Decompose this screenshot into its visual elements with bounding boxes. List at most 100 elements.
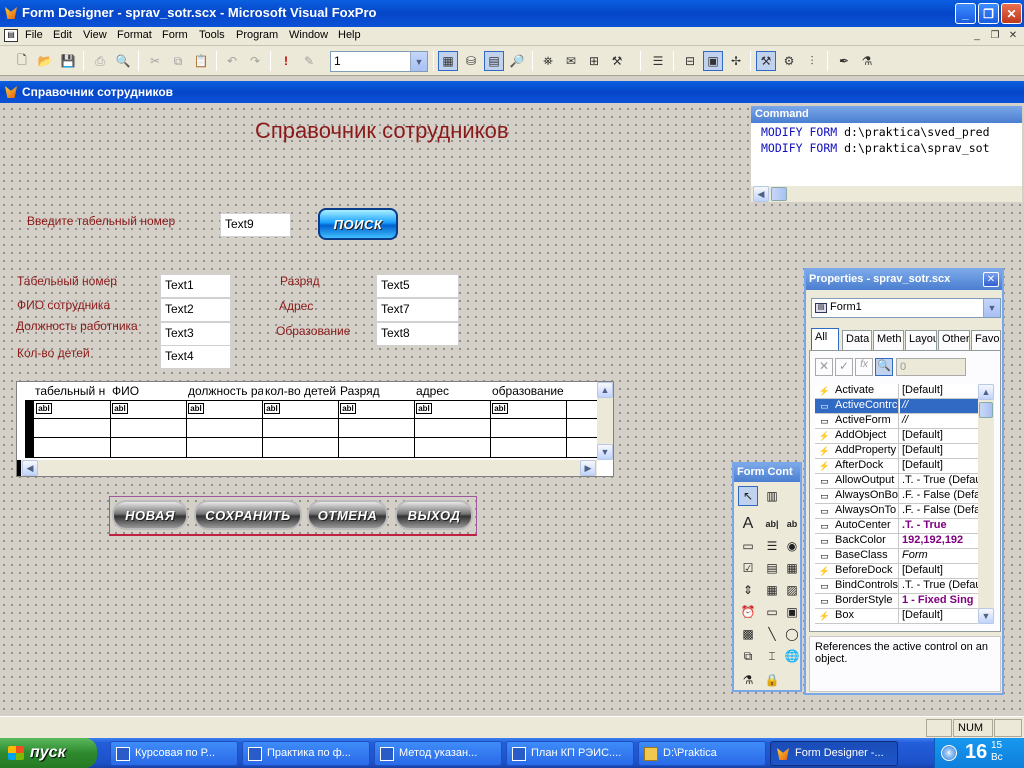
field-label-grade[interactable]: Разряд <box>280 274 320 288</box>
grid-header-position[interactable]: должность ра <box>186 382 263 400</box>
copy-icon[interactable]: ⧉ <box>168 51 188 71</box>
scroll-thumb[interactable] <box>771 187 787 201</box>
property-value[interactable]: .T. - True (Defau <box>900 579 979 593</box>
property-row[interactable]: ▭ AlwaysOnBo .F. - False (Defa <box>815 489 979 504</box>
properties-vscroll[interactable]: ▲ ▼ <box>978 384 994 624</box>
property-row[interactable]: ⚡ AddObject [Default] <box>815 429 979 444</box>
chevron-down-icon[interactable]: ▼ <box>983 299 1000 317</box>
search-button[interactable]: ПОИСК <box>318 208 398 240</box>
builder-lock-icon[interactable]: ⚗ <box>738 670 758 690</box>
property-row[interactable]: ▭ AllowOutput .T. - True (Defau <box>815 474 979 489</box>
container-tool-icon[interactable]: ⧉ <box>738 646 758 666</box>
textbox-text7[interactable]: Text7 <box>376 298 459 322</box>
menu-window[interactable]: Window <box>289 29 328 41</box>
editbox-tool-icon[interactable]: ab <box>784 514 800 534</box>
field-label-education[interactable]: Образование <box>276 324 350 338</box>
menu-form[interactable]: Form <box>162 29 188 41</box>
property-value[interactable]: .F. - False (Defa <box>900 504 979 518</box>
form-window-icon[interactable]: ▦ <box>438 51 458 71</box>
menu-help[interactable]: Help <box>338 29 361 41</box>
option-group-tool-icon[interactable]: ◉ <box>784 536 800 556</box>
code-window-icon[interactable]: 🔎 <box>507 51 527 71</box>
tab-favorites[interactable]: Favor <box>971 330 1001 350</box>
menu-tools[interactable]: Tools <box>199 29 225 41</box>
tab-other[interactable]: Other <box>938 330 970 350</box>
task-pane-icon[interactable]: ☰ <box>648 51 668 71</box>
ole-container-tool-icon[interactable]: ▣ <box>784 602 800 622</box>
zoom-icon[interactable]: 🔍 <box>875 358 893 376</box>
field-label-tab-number[interactable]: Табельный номер <box>17 274 117 288</box>
print-preview-icon[interactable]: 🔍 <box>113 51 133 71</box>
textbox-text2[interactable]: Text2 <box>160 298 231 322</box>
grid-header-fio[interactable]: ФИО <box>110 382 187 400</box>
taskbar-item-explorer[interactable]: D:\Praktica <box>638 741 766 766</box>
property-value[interactable]: [Default] <box>900 609 979 623</box>
close-icon[interactable]: ✕ <box>983 272 999 287</box>
object-selector[interactable]: ▤ Form1 ▼ <box>811 298 1001 318</box>
property-value[interactable]: .T. - True <box>900 519 979 533</box>
property-value[interactable]: // <box>900 399 979 413</box>
taskbar-item-word1[interactable]: Курсовая по Р... <box>110 741 238 766</box>
tab-methods[interactable]: Meth <box>873 330 904 350</box>
property-value[interactable]: 1 - Fixed Sing <box>900 594 979 608</box>
minimize-button[interactable]: _ <box>955 3 976 24</box>
property-row[interactable]: ⚡ AddProperty [Default] <box>815 444 979 459</box>
scroll-down-icon[interactable]: ▼ <box>978 608 994 624</box>
view-classes-icon[interactable]: ▥ <box>762 486 782 506</box>
command-window[interactable]: Command MODIFY FORM d:\praktica\sved_pre… <box>749 104 1024 204</box>
combobox-tool-icon[interactable]: ▤ <box>762 558 782 578</box>
field-label-position[interactable]: Должность работника <box>16 319 138 333</box>
redo-icon[interactable]: ↷ <box>245 51 265 71</box>
shape-tool-icon[interactable]: ◯ <box>784 624 800 644</box>
textbox-text3[interactable]: Text3 <box>160 322 231 346</box>
color-palette-icon[interactable]: ✢ <box>726 51 746 71</box>
print-icon[interactable]: ⎙ <box>90 51 110 71</box>
taskbar-item-word2[interactable]: Практика по ф... <box>242 741 370 766</box>
autoformat-icon[interactable]: ⚗ <box>857 51 877 71</box>
grid-header-tab-number[interactable]: табельный н <box>33 382 110 400</box>
accept-edit-icon[interactable]: ✓ <box>835 358 853 376</box>
menu-file[interactable]: File <box>25 29 43 41</box>
new-file-icon[interactable]: 🗋 <box>12 51 32 71</box>
scroll-down-icon[interactable]: ▼ <box>597 444 613 460</box>
prompt-label[interactable]: Введите табельный номер <box>27 214 175 228</box>
clock-hour[interactable]: 16 <box>965 741 987 764</box>
grid-header-education[interactable]: образование <box>490 382 567 400</box>
prompt-textbox[interactable]: Text9 <box>220 213 291 237</box>
property-value[interactable]: .T. - True (Defau <box>900 474 979 488</box>
properties-window-icon[interactable]: ▤ <box>484 51 504 71</box>
separator-tool-icon[interactable]: ⌶ <box>762 646 782 666</box>
tray-arrow-icon[interactable]: ‹ <box>941 745 957 761</box>
undo-icon[interactable]: ↶ <box>222 51 242 71</box>
command-hscroll[interactable]: ◀ <box>751 186 1022 202</box>
property-value-box[interactable]: 0 <box>896 358 966 376</box>
property-value[interactable]: 192,192,192 <box>900 534 979 548</box>
scroll-up-icon[interactable]: ▲ <box>978 384 994 400</box>
form-controls-icon[interactable]: ▣ <box>703 51 723 71</box>
function-icon[interactable]: fx <box>855 358 873 376</box>
new-button[interactable]: НОВАЯ <box>112 500 188 530</box>
pointer-icon[interactable]: ↖ <box>738 486 758 506</box>
grid-header-grade[interactable]: Разряд <box>338 382 415 400</box>
property-row[interactable]: ▭ BaseClass Form <box>815 549 979 564</box>
listbox-tool-icon[interactable]: ▦ <box>784 558 800 578</box>
mdi-minimize-button[interactable]: _ <box>970 30 984 43</box>
form-heading[interactable]: Справочник сотрудников <box>255 118 509 144</box>
timer-tool-icon[interactable]: ⏰ <box>738 602 758 622</box>
command-group-tool-icon[interactable]: ☰ <box>762 536 782 556</box>
chevron-down-icon[interactable]: ▼ <box>410 52 427 71</box>
image-tool-icon[interactable]: ▨ <box>784 580 800 600</box>
component-gallery-icon[interactable]: ⊞ <box>584 51 604 71</box>
property-row[interactable]: ▭ AutoCenter .T. - True <box>815 519 979 534</box>
grid-cell-textbox[interactable]: abl <box>416 403 432 414</box>
save-icon[interactable]: 💾 <box>58 51 78 71</box>
grid-vscroll[interactable]: ▲ ▼ <box>597 382 613 460</box>
menu-view[interactable]: View <box>83 29 107 41</box>
coverage-profiler-icon[interactable]: ⚒ <box>607 51 627 71</box>
field-label-fio[interactable]: ФИО сотрудника <box>17 298 110 312</box>
field-label-children[interactable]: Кол-во детей <box>17 346 90 360</box>
checkbox-tool-icon[interactable]: ☑ <box>738 558 758 578</box>
grid-header-children[interactable]: кол-во детей <box>263 382 340 400</box>
start-button[interactable]: пуск <box>0 738 97 768</box>
scroll-right-icon[interactable]: ▶ <box>580 460 596 476</box>
